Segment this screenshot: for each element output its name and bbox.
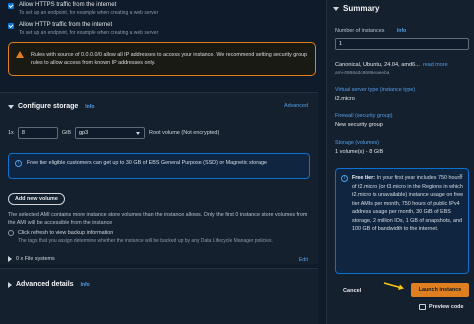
ami-name: Canonical, Ubuntu, 24.04, amd6...	[335, 62, 420, 68]
warning-icon	[16, 51, 24, 58]
free-tier-text: Free tier: In your first year includes 7…	[352, 174, 466, 234]
http-title: Allow HTTP traffic from the internet	[19, 22, 113, 28]
https-title: Allow HTTPS traffic from the internet	[19, 2, 117, 8]
https-checkbox[interactable]	[8, 3, 14, 9]
preview-code-label: Preview code	[429, 304, 464, 310]
open-access-warning: Rules with source of 0.0.0.0/0 allow all…	[8, 42, 316, 76]
instance-type-link[interactable]: Virtual server type (instance type)	[335, 87, 415, 93]
summary-title: Summary	[343, 4, 380, 13]
volume-size-input[interactable]: 8	[17, 127, 58, 139]
read-more-link[interactable]: read more	[423, 62, 448, 68]
volume-unit: GiB	[61, 130, 71, 136]
volume-quantity: 1x	[8, 130, 14, 136]
storage-header[interactable]: Configure storage Info	[8, 103, 94, 110]
instance-store-note: The selected AMI contains more instance …	[8, 212, 308, 226]
free-tier-alert: Free tier: In your first year includes 7…	[335, 168, 469, 274]
advanced-details-section: Advanced details Info	[0, 268, 318, 324]
caret-down-icon[interactable]	[8, 104, 14, 109]
warning-text: Rules with source of 0.0.0.0/0 allow all…	[31, 52, 308, 66]
caret-right-icon[interactable]	[8, 256, 12, 262]
free-tier-title: Free tier:	[352, 175, 376, 181]
advanced-details-title: Advanced details	[16, 281, 74, 288]
caret-down-icon[interactable]	[333, 6, 339, 11]
summary-header[interactable]: Summary	[333, 4, 379, 13]
code-icon	[419, 304, 426, 310]
info-icon	[341, 175, 348, 182]
storage-value: 1 volume(s) - 8 GiB	[335, 149, 384, 155]
info-icon	[15, 160, 22, 167]
num-instances-info-link[interactable]: Info	[397, 28, 406, 34]
arrow-icon	[383, 282, 404, 290]
https-rule[interactable]: Allow HTTPS traffic from the internet To…	[8, 2, 158, 16]
add-volume-button[interactable]: Add new volume	[8, 193, 65, 205]
configure-storage-section: Configure storage Info Advanced 1x 8 GiB…	[0, 92, 318, 264]
file-systems-label: 0 x File systems	[16, 256, 55, 262]
advanced-link[interactable]: Advanced	[284, 103, 308, 109]
storage-free-tier-alert: Free tier eligible customers can get up …	[8, 153, 310, 179]
storage-title: Configure storage	[18, 103, 79, 110]
http-rule[interactable]: Allow HTTP traffic from the internet To …	[8, 22, 158, 36]
close-icon[interactable]: ×	[459, 173, 463, 180]
free-tier-body: In your first year includes 750 hours of…	[352, 175, 464, 232]
advanced-details-info-link[interactable]: Info	[81, 282, 90, 288]
security-group-rules: Allow HTTPS traffic from the internet To…	[0, 0, 322, 88]
preview-code-button[interactable]: Preview code	[419, 304, 463, 310]
refresh-text: Click refresh to view backup information	[18, 230, 114, 236]
root-volume-row: 1x 8 GiB gp3 Root volume (Not encrypted)	[8, 127, 219, 139]
ami-id: ami-0866a3c8686eaeeba	[335, 71, 390, 76]
volume-type-select[interactable]: gp3	[74, 127, 145, 139]
summary-panel: Summary Number of instances Info 1 Canon…	[326, 0, 474, 324]
refresh-icon[interactable]	[8, 230, 14, 236]
instance-type-value: t2.micro	[335, 96, 355, 102]
http-subtitle: To set up an endpoint, for example when …	[19, 30, 159, 36]
root-volume-label: Root volume (Not encrypted)	[148, 130, 220, 136]
backup-refresh-row[interactable]: Click refresh to view backup information	[8, 230, 113, 236]
storage-free-tier-text: Free tier eligible customers can get up …	[27, 160, 267, 166]
edit-file-systems-link[interactable]: Edit	[299, 257, 308, 263]
http-checkbox[interactable]	[8, 23, 14, 29]
firewall-link[interactable]: Firewall (security group)	[335, 113, 393, 119]
firewall-value: New security group	[335, 122, 383, 128]
file-systems-row[interactable]: 0 x File systems	[8, 256, 55, 262]
storage-link[interactable]: Storage (volumes)	[335, 140, 379, 146]
refresh-subtext: The tags that you assign determine wheth…	[18, 238, 273, 244]
advanced-details-header[interactable]: Advanced details Info	[8, 281, 90, 288]
num-instances-input[interactable]: 1	[335, 38, 469, 50]
launch-instance-button[interactable]: Launch instance	[411, 283, 469, 297]
https-subtitle: To set up an endpoint, for example when …	[19, 10, 159, 16]
num-instances-label: Number of instances	[335, 28, 385, 34]
cancel-button[interactable]: Cancel	[343, 288, 361, 294]
left-pane: Allow HTTPS traffic from the internet To…	[0, 0, 322, 324]
storage-info-link[interactable]: Info	[85, 104, 94, 110]
caret-right-icon[interactable]	[8, 281, 12, 288]
